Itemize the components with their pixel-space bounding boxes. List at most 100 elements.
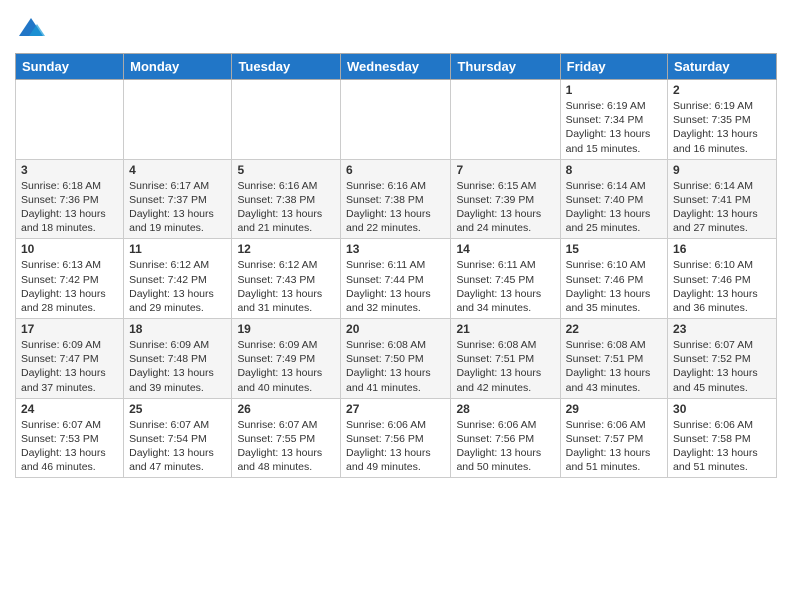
day-info: Sunset: 7:47 PM (21, 352, 118, 366)
day-info: Sunrise: 6:08 AM (346, 338, 445, 352)
day-info: Sunrise: 6:08 AM (566, 338, 662, 352)
calendar-cell: 27Sunrise: 6:06 AMSunset: 7:56 PMDayligh… (341, 398, 451, 478)
day-info: Sunset: 7:41 PM (673, 193, 771, 207)
calendar-cell (232, 80, 341, 160)
day-info: Daylight: 13 hours (456, 287, 554, 301)
day-info: Sunset: 7:56 PM (346, 432, 445, 446)
day-info: Daylight: 13 hours (346, 366, 445, 380)
day-info: and 47 minutes. (129, 460, 226, 474)
day-info: Daylight: 13 hours (566, 446, 662, 460)
calendar-cell: 9Sunrise: 6:14 AMSunset: 7:41 PMDaylight… (668, 159, 777, 239)
day-info: and 31 minutes. (237, 301, 335, 315)
day-info: Sunset: 7:34 PM (566, 113, 662, 127)
day-info: Daylight: 13 hours (566, 127, 662, 141)
calendar-cell (451, 80, 560, 160)
day-info: and 28 minutes. (21, 301, 118, 315)
calendar-cell: 6Sunrise: 6:16 AMSunset: 7:38 PMDaylight… (341, 159, 451, 239)
day-info: Sunset: 7:46 PM (673, 273, 771, 287)
day-number: 4 (129, 163, 226, 177)
day-number: 19 (237, 322, 335, 336)
day-info: Sunrise: 6:14 AM (566, 179, 662, 193)
day-info: and 46 minutes. (21, 460, 118, 474)
day-number: 16 (673, 242, 771, 256)
day-info: and 51 minutes. (673, 460, 771, 474)
day-info: and 43 minutes. (566, 381, 662, 395)
day-info: and 29 minutes. (129, 301, 226, 315)
day-info: Daylight: 13 hours (129, 446, 226, 460)
day-info: Daylight: 13 hours (346, 446, 445, 460)
day-info: Daylight: 13 hours (456, 366, 554, 380)
day-info: Sunset: 7:58 PM (673, 432, 771, 446)
day-info: Sunrise: 6:19 AM (673, 99, 771, 113)
day-info: and 27 minutes. (673, 221, 771, 235)
day-number: 17 (21, 322, 118, 336)
calendar-cell: 5Sunrise: 6:16 AMSunset: 7:38 PMDaylight… (232, 159, 341, 239)
day-info: Sunrise: 6:09 AM (237, 338, 335, 352)
day-info: Sunset: 7:48 PM (129, 352, 226, 366)
day-info: Sunrise: 6:07 AM (237, 418, 335, 432)
calendar-cell (16, 80, 124, 160)
day-info: Sunset: 7:56 PM (456, 432, 554, 446)
day-number: 21 (456, 322, 554, 336)
day-info: and 25 minutes. (566, 221, 662, 235)
day-info: Daylight: 13 hours (346, 287, 445, 301)
day-info: and 18 minutes. (21, 221, 118, 235)
day-info: Sunrise: 6:08 AM (456, 338, 554, 352)
day-number: 27 (346, 402, 445, 416)
day-info: Sunrise: 6:11 AM (346, 258, 445, 272)
day-number: 11 (129, 242, 226, 256)
day-info: Sunset: 7:51 PM (456, 352, 554, 366)
calendar-cell: 22Sunrise: 6:08 AMSunset: 7:51 PMDayligh… (560, 319, 667, 399)
calendar-cell: 17Sunrise: 6:09 AMSunset: 7:47 PMDayligh… (16, 319, 124, 399)
day-info: and 48 minutes. (237, 460, 335, 474)
calendar-cell: 4Sunrise: 6:17 AMSunset: 7:37 PMDaylight… (124, 159, 232, 239)
calendar-cell: 14Sunrise: 6:11 AMSunset: 7:45 PMDayligh… (451, 239, 560, 319)
calendar: SundayMondayTuesdayWednesdayThursdayFrid… (15, 53, 777, 478)
day-number: 22 (566, 322, 662, 336)
day-info: Sunset: 7:42 PM (129, 273, 226, 287)
day-number: 5 (237, 163, 335, 177)
day-info: and 32 minutes. (346, 301, 445, 315)
weekday-header-friday: Friday (560, 54, 667, 80)
calendar-cell: 20Sunrise: 6:08 AMSunset: 7:50 PMDayligh… (341, 319, 451, 399)
day-info: Sunset: 7:45 PM (456, 273, 554, 287)
day-info: Sunrise: 6:07 AM (673, 338, 771, 352)
day-info: Sunrise: 6:16 AM (346, 179, 445, 193)
day-info: and 50 minutes. (456, 460, 554, 474)
day-info: and 22 minutes. (346, 221, 445, 235)
calendar-cell (124, 80, 232, 160)
calendar-cell: 24Sunrise: 6:07 AMSunset: 7:53 PMDayligh… (16, 398, 124, 478)
day-info: Sunset: 7:43 PM (237, 273, 335, 287)
weekday-header-saturday: Saturday (668, 54, 777, 80)
day-info: Sunrise: 6:09 AM (21, 338, 118, 352)
day-number: 15 (566, 242, 662, 256)
day-info: Sunrise: 6:14 AM (673, 179, 771, 193)
day-info: Daylight: 13 hours (673, 446, 771, 460)
header (15, 10, 777, 47)
calendar-cell: 26Sunrise: 6:07 AMSunset: 7:55 PMDayligh… (232, 398, 341, 478)
day-info: Sunset: 7:42 PM (21, 273, 118, 287)
day-info: and 40 minutes. (237, 381, 335, 395)
day-info: Daylight: 13 hours (237, 287, 335, 301)
day-number: 24 (21, 402, 118, 416)
day-info: Daylight: 13 hours (456, 207, 554, 221)
day-info: Sunrise: 6:18 AM (21, 179, 118, 193)
day-info: Daylight: 13 hours (237, 446, 335, 460)
day-info: Sunrise: 6:10 AM (673, 258, 771, 272)
calendar-cell: 2Sunrise: 6:19 AMSunset: 7:35 PMDaylight… (668, 80, 777, 160)
day-info: Sunrise: 6:12 AM (129, 258, 226, 272)
day-info: Sunrise: 6:06 AM (566, 418, 662, 432)
day-number: 1 (566, 83, 662, 97)
day-info: Sunset: 7:35 PM (673, 113, 771, 127)
day-info: Daylight: 13 hours (673, 287, 771, 301)
day-info: and 21 minutes. (237, 221, 335, 235)
day-info: Sunset: 7:57 PM (566, 432, 662, 446)
day-info: Sunset: 7:40 PM (566, 193, 662, 207)
calendar-cell: 15Sunrise: 6:10 AMSunset: 7:46 PMDayligh… (560, 239, 667, 319)
day-info: Sunset: 7:50 PM (346, 352, 445, 366)
day-number: 3 (21, 163, 118, 177)
weekday-header-sunday: Sunday (16, 54, 124, 80)
day-info: Daylight: 13 hours (129, 207, 226, 221)
day-info: Sunrise: 6:15 AM (456, 179, 554, 193)
day-info: and 49 minutes. (346, 460, 445, 474)
